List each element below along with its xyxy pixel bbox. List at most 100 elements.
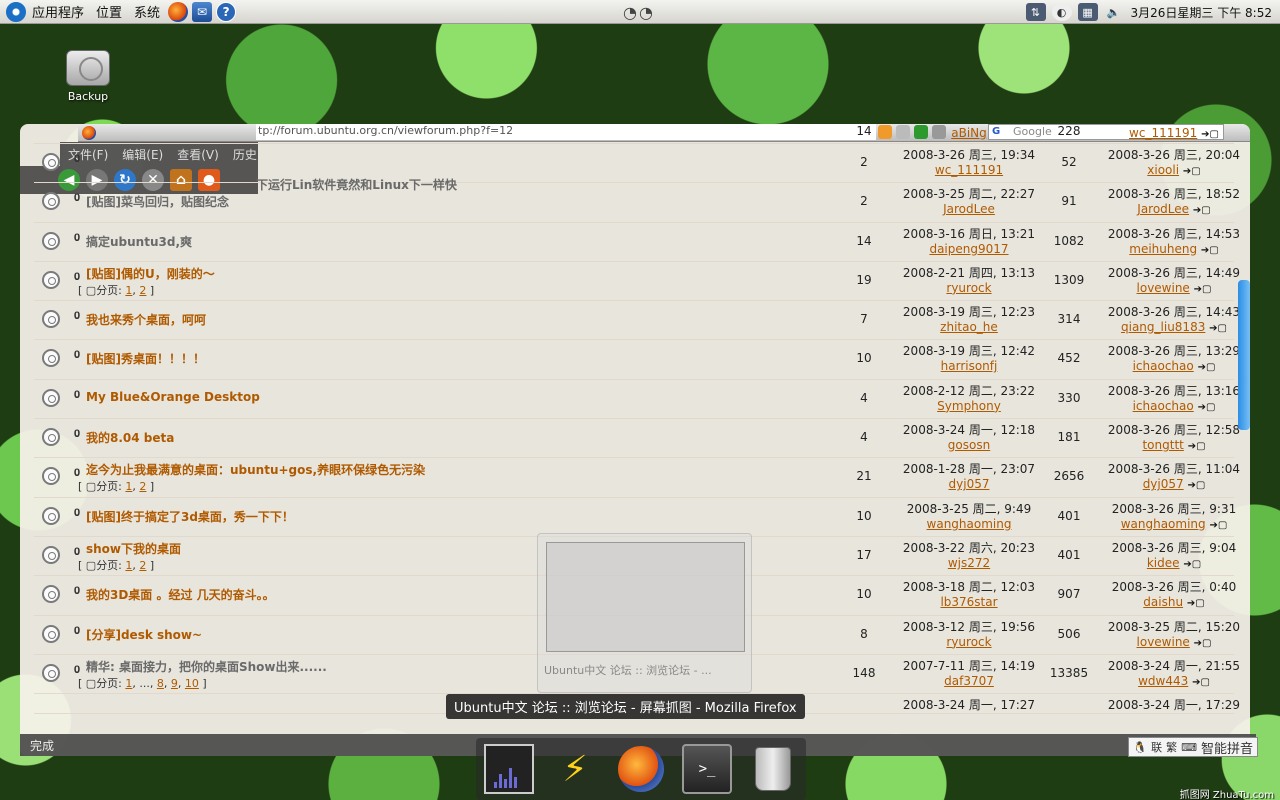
- penguin-icon[interactable]: 🐧: [1133, 741, 1147, 754]
- ime-button-fan[interactable]: 繁: [1166, 739, 1177, 755]
- goto-last-post-icon[interactable]: ➔▢: [1209, 520, 1227, 531]
- author-link[interactable]: gososn: [894, 438, 1044, 452]
- last-post-user[interactable]: JarodLee ➔▢: [1094, 202, 1250, 216]
- topic-title-link[interactable]: 搞定ubuntu3d,爽: [86, 233, 192, 250]
- system-monitor-icon[interactable]: [484, 744, 534, 794]
- pagination: [ ▢分页: 1, 2 ]: [78, 283, 155, 297]
- dock: ⚡ >_: [476, 738, 806, 800]
- topic-title-link[interactable]: [贴图]终于搞定了3d桌面，秀一下下！: [86, 508, 294, 525]
- topic-title-link[interactable]: [贴图]菜鸟回归，贴图纪念: [86, 193, 229, 210]
- keyboard-icon[interactable]: ⌨: [1181, 741, 1197, 754]
- pagination: [ ▢分页: 1, 2 ]: [78, 558, 155, 572]
- weather-icon[interactable]: ◐: [1051, 3, 1072, 21]
- author-link[interactable]: lb376star: [894, 595, 1044, 609]
- topic-title-link[interactable]: show下我的桌面: [86, 540, 181, 557]
- table-row: 𝟎 2 2008-3-26 周三, 19:34 wc_111191 52 200…: [34, 144, 1240, 184]
- terminal-icon[interactable]: >_: [682, 744, 732, 794]
- topic-title-link[interactable]: 我的8.04 beta: [86, 429, 174, 446]
- scrollbar[interactable]: [1236, 150, 1250, 730]
- author-link[interactable]: wjs272: [894, 556, 1044, 570]
- last-post-user[interactable]: ichaochao ➔▢: [1094, 399, 1250, 413]
- topic-title-link[interactable]: 我的3D桌面 。经过 几天的奋斗。。: [86, 586, 275, 603]
- menu-places[interactable]: 位置: [90, 2, 128, 21]
- page-link[interactable]: 2: [139, 284, 146, 297]
- page-link[interactable]: 1: [125, 284, 132, 297]
- topic-title-link[interactable]: [贴图]偶的U，刚装的～: [86, 265, 215, 282]
- topic-title-link[interactable]: [分享]desk show~: [86, 626, 202, 643]
- last-post-user[interactable]: wdw443 ➔▢: [1094, 674, 1250, 688]
- goto-last-post-icon[interactable]: ➔▢: [1201, 245, 1219, 256]
- last-post-user[interactable]: kidee ➔▢: [1094, 556, 1250, 570]
- scrollbar-thumb[interactable]: [1238, 280, 1250, 430]
- network-icon[interactable]: ⇅: [1025, 3, 1046, 21]
- mail-launcher-icon[interactable]: ✉: [192, 1, 213, 22]
- views-count: 506: [1057, 626, 1081, 641]
- topic-title-link[interactable]: [贴图]秀桌面！！！！: [86, 350, 205, 367]
- topic-status-icon: [42, 624, 60, 643]
- topic-title-link[interactable]: 精华: 桌面接力，把你的桌面Show出来......: [86, 658, 327, 675]
- topic-title-link[interactable]: 迄今为止我最满意的桌面：ubuntu+gos,养眼环保绿色无污染: [86, 461, 425, 478]
- last-post-user[interactable]: dyj057 ➔▢: [1094, 477, 1250, 491]
- firefox-dock-icon[interactable]: [616, 744, 666, 794]
- goto-last-post-icon[interactable]: ➔▢: [1187, 480, 1205, 491]
- topic-date: 2008-3-26 周三, 19:34: [902, 148, 1036, 162]
- author-link[interactable]: wc_111191: [894, 163, 1044, 177]
- page-link[interactable]: 2: [139, 559, 146, 572]
- goto-last-post-icon[interactable]: ➔▢: [1198, 402, 1216, 413]
- taskbar-tooltip: Ubuntu中文 论坛 :: 浏览论坛 - 屏幕抓图 - Mozilla Fir…: [446, 694, 805, 719]
- goto-last-post-icon[interactable]: ➔▢: [1188, 441, 1206, 452]
- menu-applications[interactable]: 应用程序: [26, 2, 90, 21]
- ime-button-lian[interactable]: 联: [1151, 739, 1162, 755]
- firefox-launcher-icon[interactable]: [168, 1, 189, 22]
- last-post-user[interactable]: wanghaoming ➔▢: [1094, 517, 1250, 531]
- desktop-icon-backup[interactable]: Backup: [62, 50, 114, 103]
- page-link[interactable]: 10: [185, 677, 199, 690]
- topic-title-link[interactable]: My Blue&Orange Desktop: [86, 390, 260, 404]
- ime-label[interactable]: 智能拼音: [1201, 738, 1253, 757]
- last-post-user[interactable]: lovewine ➔▢: [1094, 281, 1250, 295]
- author-link[interactable]: wanghaoming: [894, 517, 1044, 531]
- author-link[interactable]: JarodLee: [894, 202, 1044, 216]
- author-link[interactable]: ryurock: [894, 635, 1044, 649]
- goto-last-post-icon[interactable]: ➔▢: [1183, 166, 1201, 177]
- partial-topic-title[interactable]: 下运行Lin软件竟然和Linux下一样快: [256, 176, 457, 193]
- last-post-user[interactable]: ichaochao ➔▢: [1094, 359, 1250, 373]
- goto-last-post-icon[interactable]: ➔▢: [1192, 677, 1210, 688]
- topic-title-link[interactable]: 我也来秀个桌面，呵呵: [86, 311, 206, 328]
- author-link[interactable]: Symphony: [894, 399, 1044, 413]
- last-post-user[interactable]: qiang_liu8183 ➔▢: [1094, 320, 1250, 334]
- goto-last-post-icon[interactable]: ➔▢: [1194, 284, 1212, 295]
- goto-last-post-icon[interactable]: ➔▢: [1193, 205, 1211, 216]
- help-launcher-icon[interactable]: ?: [216, 1, 237, 22]
- author-link[interactable]: harrisonfj: [894, 359, 1044, 373]
- page-link[interactable]: 1: [125, 559, 132, 572]
- trash-icon[interactable]: [748, 744, 798, 794]
- volume-icon[interactable]: 🔈: [1104, 3, 1124, 21]
- page-link[interactable]: 8: [157, 677, 164, 690]
- clock[interactable]: 3月26日星期三 下午 8:52: [1127, 4, 1280, 21]
- author-link[interactable]: daipeng9017: [894, 242, 1044, 256]
- goto-last-post-icon[interactable]: ➔▢: [1187, 598, 1205, 609]
- goto-last-post-icon[interactable]: ➔▢: [1209, 323, 1227, 334]
- author-link[interactable]: zhitao_he: [894, 320, 1044, 334]
- menu-system[interactable]: 系统: [128, 2, 166, 21]
- goto-last-post-icon[interactable]: ➔▢: [1194, 638, 1212, 649]
- display-icon[interactable]: ▦: [1077, 3, 1098, 21]
- author-link[interactable]: ryurock: [894, 281, 1044, 295]
- last-post-user[interactable]: xiooli ➔▢: [1094, 163, 1250, 177]
- page-link[interactable]: 1: [125, 480, 132, 493]
- ubuntu-logo-icon[interactable]: [6, 1, 26, 22]
- power-manager-icon[interactable]: ⚡: [550, 744, 600, 794]
- author-link[interactable]: daf3707: [894, 674, 1044, 688]
- last-post-user[interactable]: lovewine ➔▢: [1094, 635, 1250, 649]
- page-link[interactable]: 2: [139, 480, 146, 493]
- last-post-user[interactable]: daishu ➔▢: [1094, 595, 1250, 609]
- author-link[interactable]: dyj057: [894, 477, 1044, 491]
- goto-last-post-icon[interactable]: ➔▢: [1198, 362, 1216, 373]
- last-post-user[interactable]: tongttt ➔▢: [1094, 438, 1250, 452]
- goto-last-post-icon[interactable]: ➔▢: [1183, 559, 1201, 570]
- page-link[interactable]: 1: [125, 677, 132, 690]
- last-post-user[interactable]: meihuheng ➔▢: [1094, 242, 1250, 256]
- page-link[interactable]: 9: [171, 677, 178, 690]
- window-preview[interactable]: Ubuntu中文 论坛 :: 浏览论坛 - ...: [537, 533, 752, 693]
